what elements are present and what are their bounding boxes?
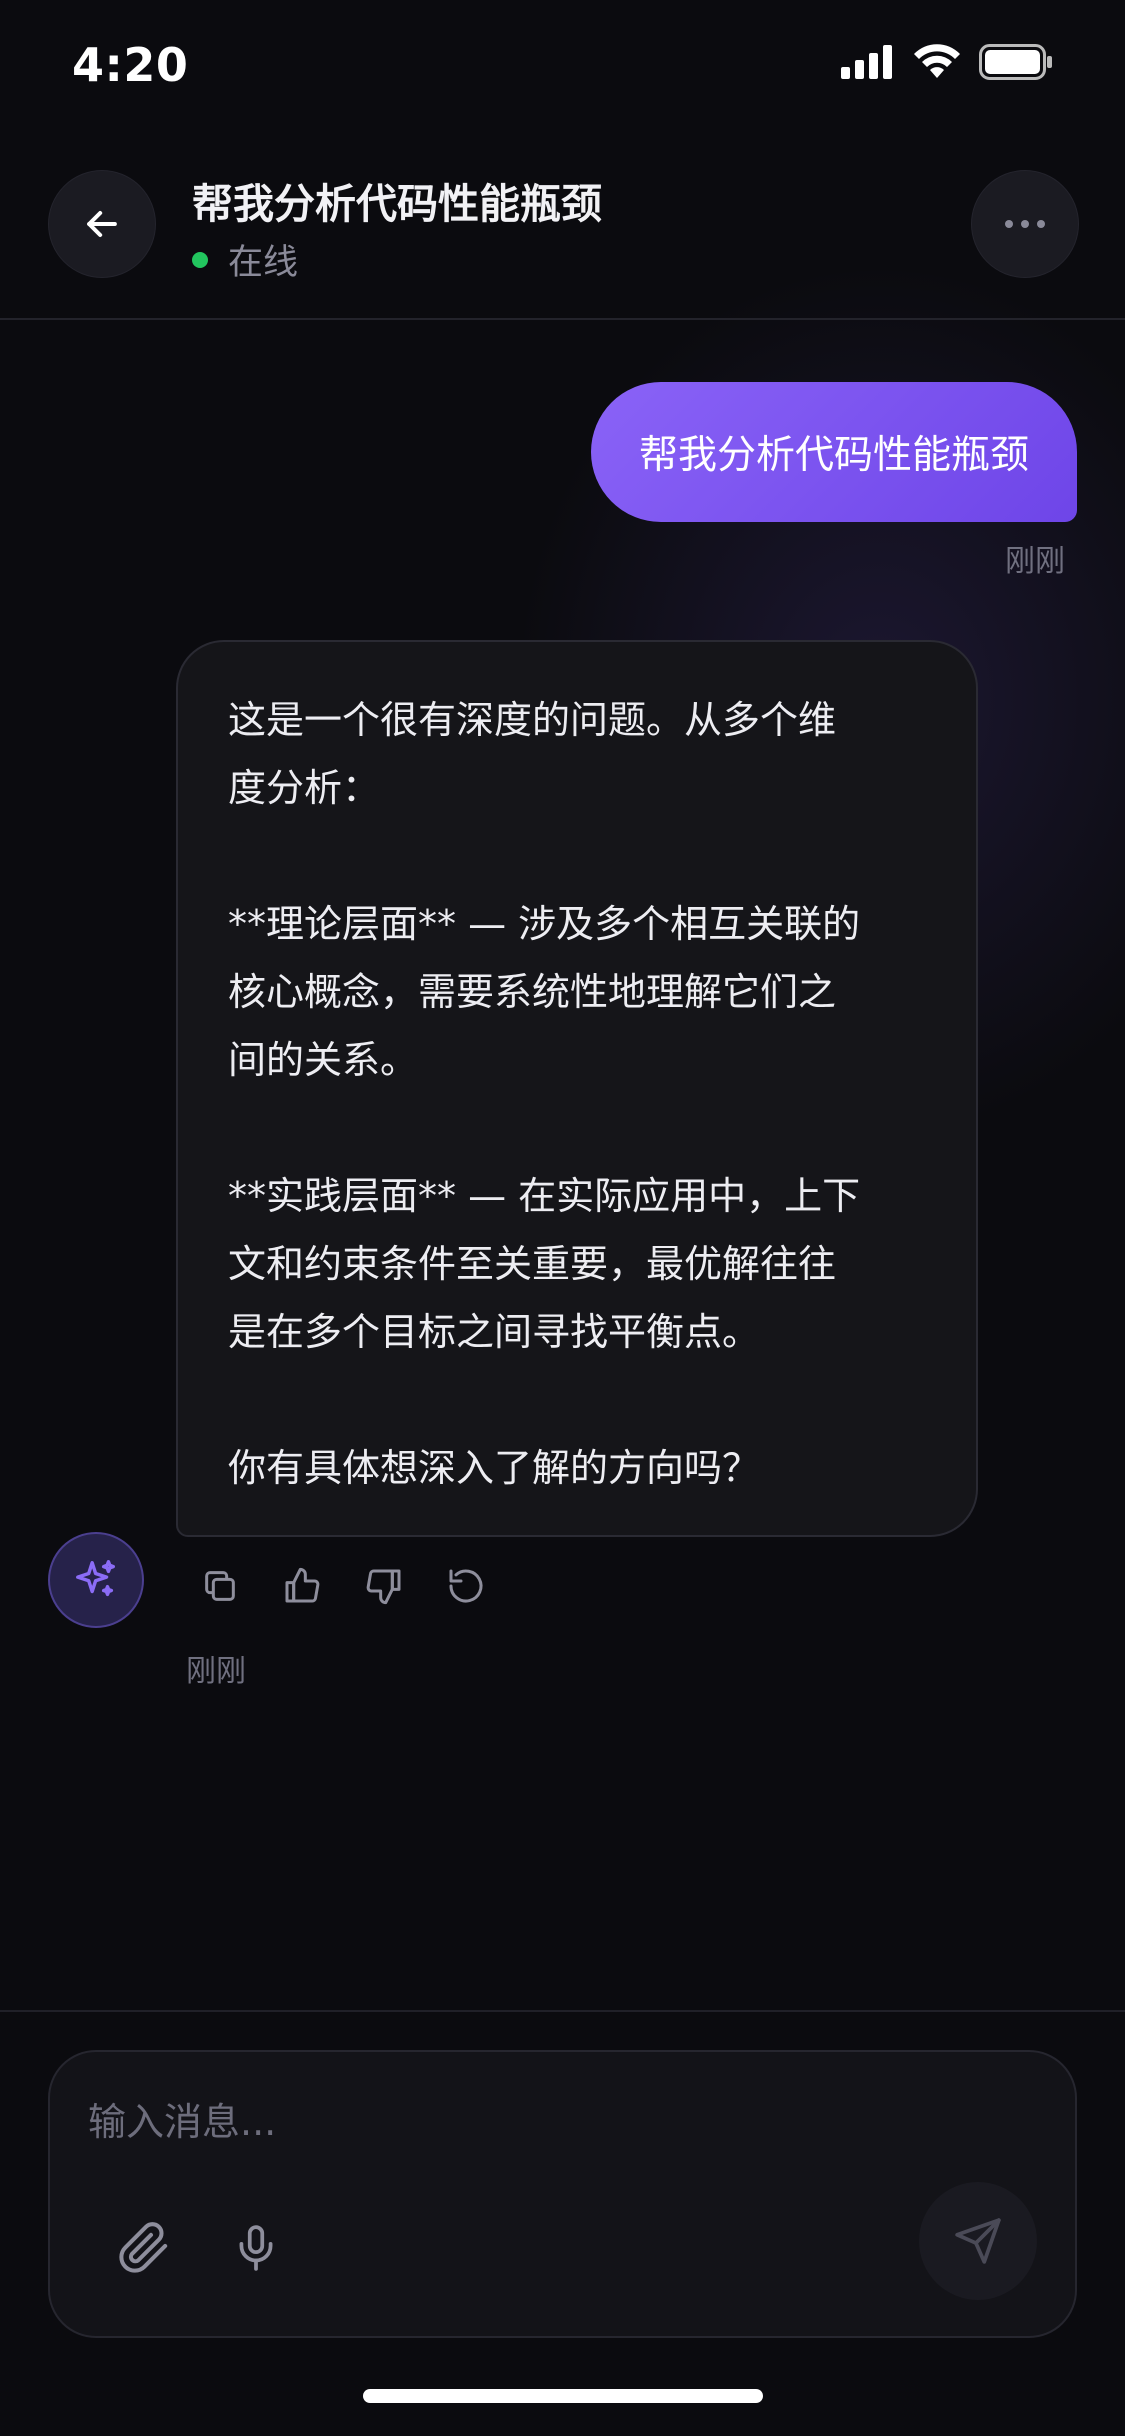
online-status-text: 在线 bbox=[228, 243, 299, 283]
assistant-message-line: 文和约束条件至关重要，最优解往往 bbox=[228, 1242, 837, 1286]
regenerate-button[interactable] bbox=[446, 1566, 486, 1606]
thumbs-down-icon bbox=[366, 1569, 401, 1605]
assistant-message-timestamp: 刚刚 bbox=[186, 1654, 246, 1689]
assistant-message-line: 是在多个目标之间寻找平衡点。 bbox=[228, 1310, 761, 1354]
home-indicator[interactable] bbox=[363, 2389, 763, 2403]
assistant-message-line: 核心概念，需要系统性地理解它们之 bbox=[228, 970, 837, 1014]
status-icons bbox=[841, 44, 1053, 80]
online-status: 在线 bbox=[192, 234, 298, 285]
assistant-message-line: 你有具体想深入了解的方向吗？ bbox=[228, 1446, 761, 1490]
message-input[interactable] bbox=[88, 2094, 988, 2150]
assistant-avatar bbox=[48, 1532, 144, 1628]
message-actions bbox=[200, 1566, 486, 1606]
back-button[interactable] bbox=[48, 170, 156, 278]
battery-icon bbox=[979, 44, 1052, 80]
cellular-signal-icon bbox=[841, 45, 892, 79]
chat-screen: 4:20 帮我分析代码性能瓶颈 在线 帮我分析代码性能瓶颈 刚刚 这是一个很有深… bbox=[0, 0, 1125, 2436]
copy-button[interactable] bbox=[200, 1566, 240, 1606]
wifi-icon bbox=[914, 44, 960, 78]
assistant-message-line: 间的关系。 bbox=[228, 1038, 419, 1082]
send-button[interactable] bbox=[919, 2182, 1037, 2300]
user-message-timestamp: 刚刚 bbox=[1005, 544, 1065, 579]
more-options-button[interactable] bbox=[971, 170, 1079, 278]
microphone-icon bbox=[239, 2225, 273, 2271]
microphone-button[interactable] bbox=[226, 2218, 286, 2278]
status-bar: 4:20 bbox=[0, 0, 1125, 132]
send-icon bbox=[955, 2218, 1001, 2264]
user-message-bubble[interactable]: 帮我分析代码性能瓶颈 bbox=[590, 382, 1077, 522]
paperclip-icon bbox=[119, 2222, 168, 2273]
composer-divider bbox=[0, 2010, 1125, 2012]
assistant-message-line: **实践层面** — 在实际应用中，上下 bbox=[228, 1174, 861, 1218]
attach-button[interactable] bbox=[114, 2218, 174, 2278]
refresh-icon bbox=[449, 1569, 483, 1603]
copy-icon bbox=[205, 1571, 235, 1601]
message-composer bbox=[48, 2050, 1077, 2338]
chat-title: 帮我分析代码性能瓶颈 bbox=[192, 180, 602, 228]
like-button[interactable] bbox=[282, 1566, 322, 1606]
assistant-message-bubble[interactable]: 这是一个很有深度的问题。从多个维 度分析： **理论层面** — 涉及多个相互关… bbox=[176, 640, 978, 1537]
thumbs-up-icon bbox=[285, 1567, 320, 1603]
chat-header: 帮我分析代码性能瓶颈 在线 bbox=[0, 150, 1125, 320]
assistant-message-line: **理论层面** — 涉及多个相互关联的 bbox=[228, 902, 861, 946]
dislike-button[interactable] bbox=[364, 1566, 404, 1606]
more-horizontal-icon bbox=[1005, 220, 1045, 228]
online-indicator bbox=[192, 251, 208, 268]
arrow-left-icon bbox=[87, 210, 117, 238]
assistant-message-line: 度分析： bbox=[228, 766, 381, 810]
sparkles-icon bbox=[76, 1560, 115, 1597]
status-time: 4:20 bbox=[72, 38, 189, 92]
assistant-message-line: 这是一个很有深度的问题。从多个维 bbox=[228, 698, 837, 742]
